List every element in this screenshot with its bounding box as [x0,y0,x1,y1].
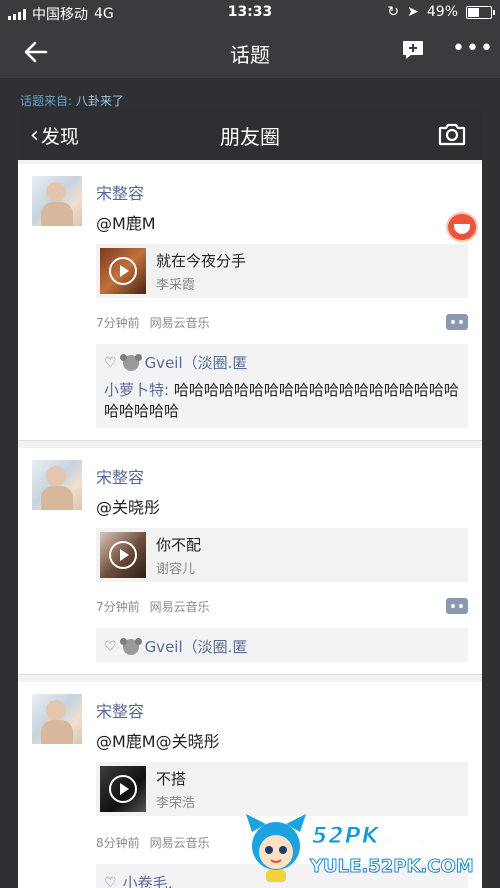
avatar[interactable] [32,694,82,744]
play-icon[interactable] [109,775,137,803]
moments-screenshot: ‹ 发现 朋友圈 宋整容 @M鹿M 就在今夜分手 李采霞 7分钟前 网易云音乐 ♡ [18,108,482,888]
page-title: 话题 [230,43,270,67]
comment-author[interactable]: 小萝卜特: [104,381,169,399]
song-singer: 李荣浩 [156,796,196,811]
heart-icon: ♡ [104,874,117,888]
avatar[interactable] [32,460,82,510]
koala-avatar-icon [119,353,142,371]
post-text: @M鹿M@关晓彤 [96,732,220,751]
likes-row: ♡ Gveil（淡圈.匿 [104,636,247,657]
song-title: 你不配 [156,536,202,554]
emoji-face-icon [446,212,478,242]
post-meta: 8分钟前 网易云音乐 [96,834,210,851]
topic-source: 话题来自: 八卦来了 [20,92,124,109]
likes-row: ♡ 小卷毛, [104,872,172,888]
moment-post: 宋整容 @M鹿M 就在今夜分手 李采霞 7分钟前 网易云音乐 ♡ Gveil（淡圈… [18,164,482,440]
status-bar: 中国移动 4G 13:33 ↻ ➤ 49% [0,0,500,26]
play-icon[interactable] [109,257,137,285]
song-title: 就在今夜分手 [156,252,247,270]
music-card[interactable]: 你不配 谢容儿 [96,528,468,582]
post-text: @关晓彤 [96,498,161,517]
likes-names[interactable]: 小卷毛, [123,872,173,888]
comment: 小萝卜特: 哈哈哈哈哈哈哈哈哈哈哈哈哈哈哈哈哈哈哈哈哈哈哈哈 [104,380,460,422]
watermark-url: YULE.52PK.COM [310,856,475,878]
post-app: 网易云音乐 [149,600,210,614]
moments-header: ‹ 发现 朋友圈 [18,108,482,160]
song-singer: 谢容儿 [156,562,196,577]
more-dots-icon[interactable]: ••• [452,38,493,64]
comment-more-icon[interactable] [446,314,468,330]
song-title: 不搭 [156,770,187,788]
rotation-lock-icon: ↻ [387,4,400,20]
music-card[interactable]: 就在今夜分手 李采霞 [96,244,468,298]
post-time: 7分钟前 [96,600,140,614]
post-author[interactable]: 宋整容 [96,464,144,488]
post-time: 7分钟前 [96,316,140,330]
top-nav-bar: 话题 ••• [0,26,500,78]
koala-avatar-icon [119,637,142,655]
watermark: 52PK娱乐频道 YULE.52PK.COM [236,808,500,888]
chat-plus-icon[interactable] [402,40,424,60]
location-icon: ➤ [407,4,419,20]
comment-more-icon[interactable] [446,598,468,614]
divider [18,674,482,675]
play-icon[interactable] [109,541,137,569]
likes-names[interactable]: Gveil（淡圈.匿 [145,636,248,657]
post-author[interactable]: 宋整容 [96,180,144,204]
moment-post: 宋整容 @关晓彤 你不配 谢容儿 7分钟前 网易云音乐 ♡ Gveil（淡圈.匿 [18,448,482,674]
avatar[interactable] [32,176,82,226]
post-meta: 7分钟前 网易云音乐 [96,598,210,615]
divider [18,440,482,441]
song-singer: 李采霞 [156,278,196,293]
album-cover [100,532,146,578]
post-app: 网易云音乐 [149,836,210,850]
camera-icon[interactable] [438,122,466,146]
album-cover [100,766,146,812]
battery-percent: 49% [426,4,458,20]
heart-icon: ♡ [104,638,117,655]
likes-row: ♡ Gveil（淡圈.匿 [104,352,247,373]
likes-comments-box: ♡ Gveil（淡圈.匿 小萝卜特: 哈哈哈哈哈哈哈哈哈哈哈哈哈哈哈哈哈哈哈哈哈… [96,344,468,428]
album-cover [100,248,146,294]
likes-names[interactable]: Gveil（淡圈.匿 [145,352,248,373]
moments-title: 朋友圈 [220,125,280,149]
topic-link[interactable]: 八卦来了 [76,94,124,108]
source-prefix: 话题来自: [20,94,73,108]
post-author[interactable]: 宋整容 [96,698,144,722]
post-app: 网易云音乐 [149,316,210,330]
post-time: 8分钟前 [96,836,140,850]
status-right: ↻ ➤ 49% [387,4,495,20]
watermark-title: 52PK娱乐频道 [312,824,472,850]
heart-icon: ♡ [104,354,117,371]
mascot-logo-icon [246,814,306,882]
battery-icon [466,5,495,19]
post-meta: 7分钟前 网易云音乐 [96,314,210,331]
post-text: @M鹿M [96,214,156,233]
likes-comments-box: ♡ Gveil（淡圈.匿 [96,628,468,662]
